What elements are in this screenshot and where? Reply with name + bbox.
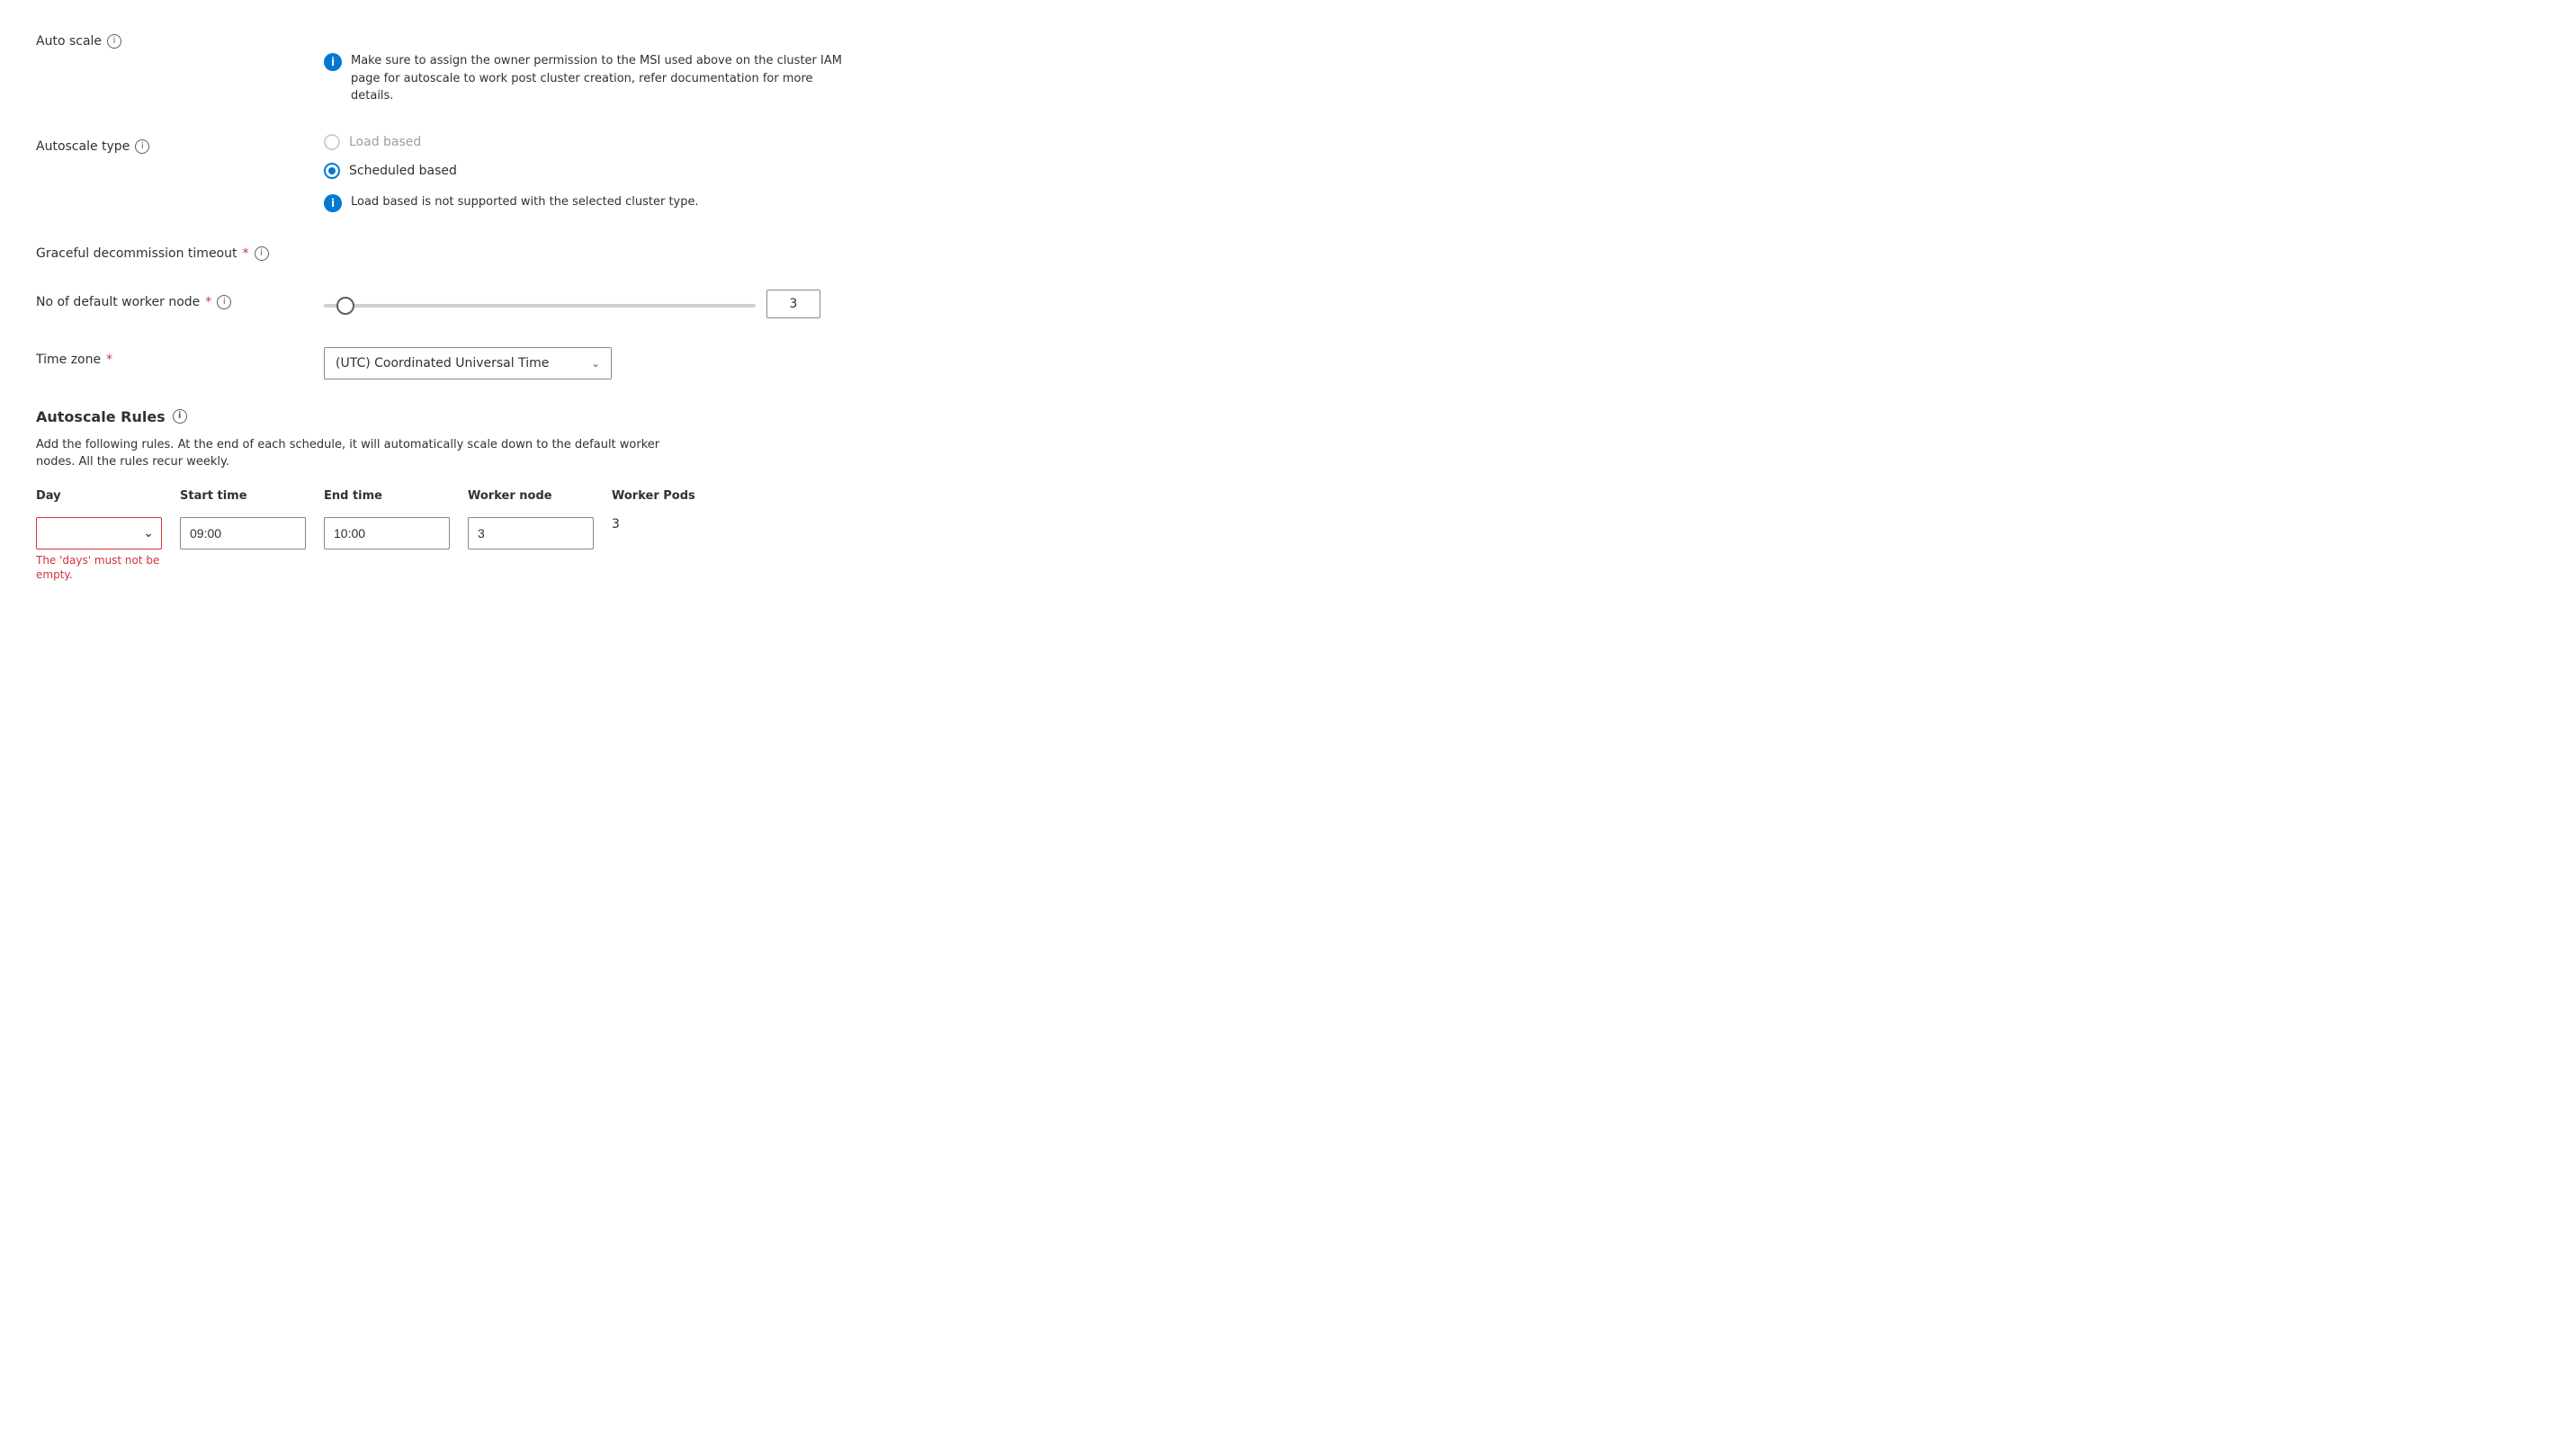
table-row: ⌄ The 'days' must not be empty. 3 bbox=[36, 517, 756, 584]
info-circle-warning-icon: i bbox=[324, 194, 342, 212]
radio-inner-scheduled-based bbox=[328, 167, 336, 174]
radio-circle-scheduled-based bbox=[324, 163, 340, 179]
autoscale-type-label: Autoscale type i bbox=[36, 134, 324, 154]
auto-scale-control: i Make sure to assign the owner permissi… bbox=[324, 29, 864, 105]
table-header-worker-pods: Worker Pods bbox=[612, 489, 720, 510]
radio-label-load-based: Load based bbox=[349, 135, 421, 149]
time-zone-label-text: Time zone bbox=[36, 353, 101, 367]
autoscale-type-row: Autoscale type i Load based Scheduled ba… bbox=[36, 134, 864, 212]
day-chevron-icon: ⌄ bbox=[143, 526, 154, 540]
table-header-start-time: Start time bbox=[180, 489, 324, 510]
autoscale-type-radio-group: Load based Scheduled based bbox=[324, 134, 864, 179]
auto-scale-info-icon[interactable]: i bbox=[107, 34, 121, 49]
table-header: Day Start time End time Worker node Work… bbox=[36, 489, 756, 510]
autoscale-rules-title: Autoscale Rules i bbox=[36, 408, 864, 425]
slider-wrapper bbox=[324, 297, 756, 311]
time-zone-required-star: * bbox=[106, 353, 112, 367]
start-time-cell bbox=[180, 517, 324, 549]
default-worker-node-required-star: * bbox=[205, 295, 211, 309]
slider-value-box: 3 bbox=[766, 290, 820, 318]
start-time-input[interactable] bbox=[180, 517, 306, 549]
toggle-thumb bbox=[345, 32, 360, 47]
autoscale-type-info-icon[interactable]: i bbox=[135, 139, 149, 154]
slider-container: 3 bbox=[324, 290, 864, 318]
info-circle-icon: i bbox=[324, 53, 342, 71]
autoscale-rules-info-icon[interactable]: i bbox=[173, 409, 187, 424]
end-time-input[interactable] bbox=[324, 517, 450, 549]
worker-node-input[interactable] bbox=[468, 517, 594, 549]
day-cell: ⌄ The 'days' must not be empty. bbox=[36, 517, 180, 584]
worker-node-slider[interactable] bbox=[324, 304, 756, 308]
autoscale-rules-section: Autoscale Rules i Add the following rule… bbox=[36, 408, 864, 584]
autoscale-rules-description: Add the following rules. At the end of e… bbox=[36, 436, 666, 471]
autoscale-type-control: Load based Scheduled based i Load based … bbox=[324, 134, 864, 212]
radio-option-load-based[interactable]: Load based bbox=[324, 134, 864, 150]
worker-node-cell bbox=[468, 517, 612, 549]
autoscale-type-label-text: Autoscale type bbox=[36, 139, 130, 154]
worker-pods-cell: 3 bbox=[612, 517, 720, 531]
graceful-decommission-info-icon[interactable]: i bbox=[255, 246, 269, 261]
radio-circle-load-based bbox=[324, 134, 340, 150]
autoscale-rules-table: Day Start time End time Worker node Work… bbox=[36, 489, 756, 584]
time-zone-row: Time zone * (UTC) Coordinated Universal … bbox=[36, 347, 864, 380]
time-zone-control: (UTC) Coordinated Universal Time ⌄ bbox=[324, 347, 864, 380]
radio-option-scheduled-based[interactable]: Scheduled based bbox=[324, 163, 864, 179]
time-zone-label: Time zone * bbox=[36, 347, 324, 367]
time-zone-selected-value: (UTC) Coordinated Universal Time bbox=[336, 356, 549, 371]
slider-value-text: 3 bbox=[790, 297, 798, 311]
day-error-text: The 'days' must not be empty. bbox=[36, 553, 169, 584]
autoscale-type-warning-text: Load based is not supported with the sel… bbox=[351, 193, 699, 211]
table-header-day: Day bbox=[36, 489, 180, 510]
time-zone-select[interactable]: (UTC) Coordinated Universal Time ⌄ bbox=[324, 347, 612, 380]
time-zone-chevron-icon: ⌄ bbox=[591, 357, 600, 370]
auto-scale-info-text: Make sure to assign the owner permission… bbox=[351, 52, 846, 105]
day-select-dropdown[interactable]: ⌄ bbox=[36, 517, 162, 549]
worker-pods-value: 3 bbox=[612, 510, 620, 531]
auto-scale-row: Auto scale i i Make sure to assign the o… bbox=[36, 29, 864, 105]
auto-scale-info-box: i Make sure to assign the owner permissi… bbox=[324, 52, 846, 105]
radio-label-scheduled-based: Scheduled based bbox=[349, 164, 457, 178]
graceful-decommission-control bbox=[324, 241, 864, 255]
autoscale-rules-title-text: Autoscale Rules bbox=[36, 408, 166, 425]
default-worker-node-info-icon[interactable]: i bbox=[217, 295, 231, 309]
graceful-toggle-thumb bbox=[327, 245, 342, 259]
table-header-worker-node: Worker node bbox=[468, 489, 612, 510]
auto-scale-label-text: Auto scale bbox=[36, 34, 102, 49]
graceful-decommission-label: Graceful decommission timeout * i bbox=[36, 241, 324, 261]
auto-scale-label: Auto scale i bbox=[36, 29, 324, 49]
graceful-decommission-required-star: * bbox=[243, 246, 249, 261]
default-worker-node-label-text: No of default worker node bbox=[36, 295, 200, 309]
default-worker-node-label: No of default worker node * i bbox=[36, 290, 324, 309]
default-worker-node-row: No of default worker node * i 3 bbox=[36, 290, 864, 318]
graceful-decommission-row: Graceful decommission timeout * i bbox=[36, 241, 864, 261]
end-time-cell bbox=[324, 517, 468, 549]
table-header-end-time: End time bbox=[324, 489, 468, 510]
graceful-decommission-label-text: Graceful decommission timeout bbox=[36, 246, 237, 261]
autoscale-type-warning-box: i Load based is not supported with the s… bbox=[324, 193, 846, 212]
default-worker-node-control: 3 bbox=[324, 290, 864, 318]
